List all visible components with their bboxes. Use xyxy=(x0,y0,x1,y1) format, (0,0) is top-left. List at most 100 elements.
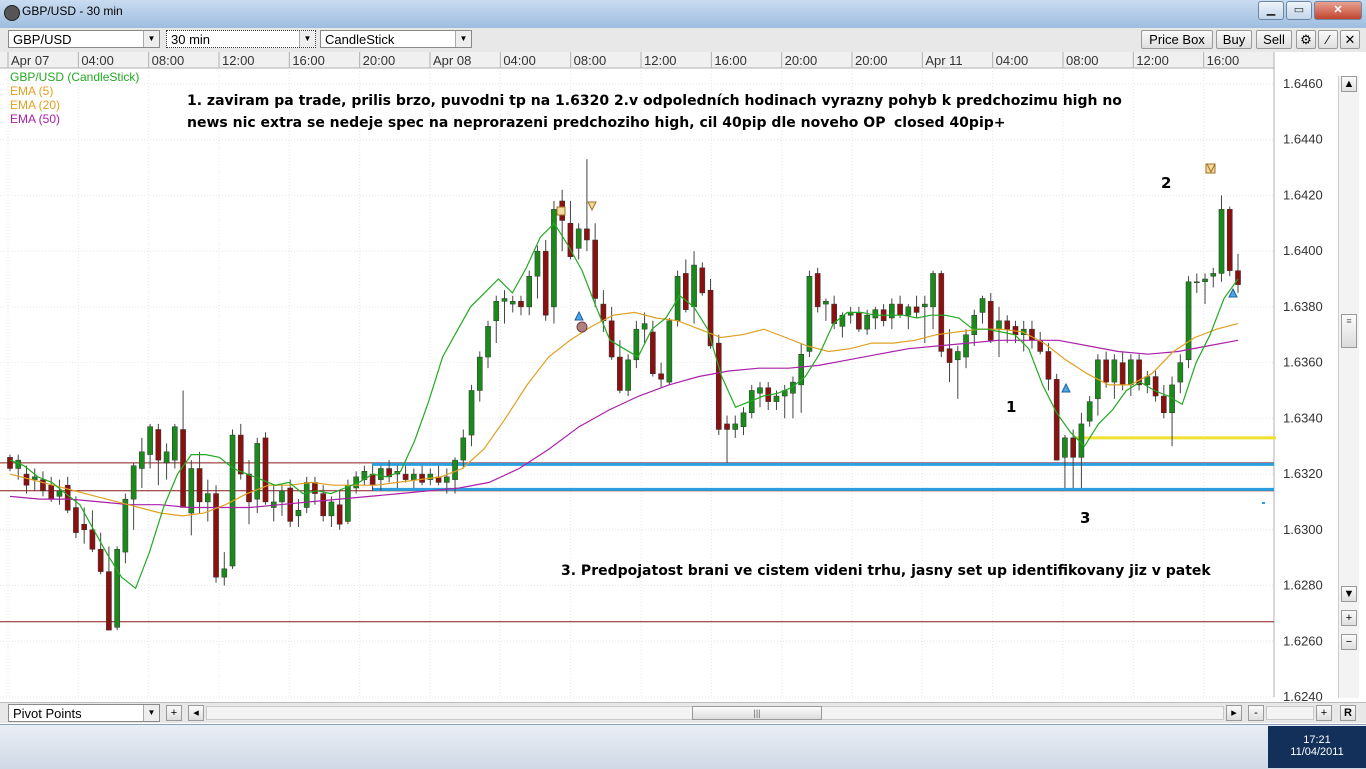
scroll-left-icon[interactable]: ◂ xyxy=(188,705,204,721)
candle-body xyxy=(73,507,79,533)
x-tick-label: 20:00 xyxy=(363,53,396,68)
price-box-button[interactable]: Price Box xyxy=(1141,30,1213,49)
zoom-in-button[interactable]: + xyxy=(1316,705,1332,721)
candle-body xyxy=(963,334,969,358)
candle-body xyxy=(31,476,38,480)
candle-body xyxy=(460,437,467,461)
indicator-select[interactable]: Pivot Points ▼ xyxy=(8,704,160,722)
candle-body xyxy=(584,228,590,241)
annotation-note-1b: news nic extra se nedeje spec na neprora… xyxy=(187,115,885,131)
candle-body xyxy=(831,303,837,324)
vertical-scroll-thumb[interactable]: ≡ xyxy=(1341,314,1357,348)
buy-button[interactable]: Buy xyxy=(1216,30,1252,49)
x-tick-label: 04:00 xyxy=(503,53,536,68)
legend-ema5-label: EMA (5) xyxy=(10,84,53,98)
candle-body xyxy=(592,239,598,299)
order-marker-square xyxy=(556,206,566,216)
add-indicator-button[interactable]: + xyxy=(166,705,182,721)
candle-body xyxy=(262,437,269,503)
candle-body xyxy=(246,473,252,503)
candle-body xyxy=(1161,395,1167,414)
settings-icon[interactable]: ⚙ xyxy=(1296,30,1316,49)
draw-line-icon[interactable]: ∕ xyxy=(1318,30,1338,49)
candle-body xyxy=(106,571,112,631)
candle-body xyxy=(1045,351,1052,380)
candle-body xyxy=(814,273,821,308)
zoom-out-icon[interactable]: − xyxy=(1341,634,1357,650)
close-icon[interactable]: ✕ xyxy=(1314,1,1362,20)
x-tick-label: 12:00 xyxy=(1136,53,1169,68)
candle-body xyxy=(922,303,928,308)
candle-body xyxy=(996,320,1002,330)
candle-body xyxy=(1218,209,1225,274)
maximize-icon[interactable]: ▭ xyxy=(1286,1,1312,20)
candle-body xyxy=(163,451,170,464)
zoom-in-icon[interactable]: + xyxy=(1341,610,1357,626)
candle-body xyxy=(666,320,673,383)
chevron-down-icon[interactable]: ▼ xyxy=(299,31,315,47)
timeframe-value: 30 min xyxy=(171,32,211,47)
sell-button[interactable]: Sell xyxy=(1256,30,1292,49)
candle-body xyxy=(1062,437,1068,458)
minimize-icon[interactable]: ▁ xyxy=(1258,1,1284,20)
y-tick-label: 1.6340 xyxy=(1283,410,1323,425)
candle-body xyxy=(122,498,129,553)
candle-body xyxy=(1053,379,1060,461)
x-tick-label: 08:00 xyxy=(152,53,185,68)
zoom-track[interactable] xyxy=(1266,706,1314,720)
marker-label-1: 1 xyxy=(1006,398,1016,416)
candle-body xyxy=(1103,359,1109,383)
instrument-select[interactable]: GBP/USD ▼ xyxy=(8,30,160,48)
candle-body xyxy=(468,390,475,436)
scroll-right-icon[interactable]: ▸ xyxy=(1226,705,1242,721)
annotation-note-1: 1. zaviram pa trade, prilis brzo, puvodn… xyxy=(187,93,1122,109)
candle-body xyxy=(534,250,541,277)
clock-date: 11/04/2011 xyxy=(1290,746,1344,758)
candle-body xyxy=(823,301,829,305)
clock-time: 17:21 xyxy=(1303,734,1331,746)
reset-button[interactable]: R xyxy=(1340,705,1356,721)
level-tick-marker xyxy=(1262,502,1265,504)
chevron-down-icon[interactable]: ▼ xyxy=(143,31,159,47)
candle-body xyxy=(864,314,870,330)
vertical-scrollbar[interactable]: ▲ ≡ ▼ + − xyxy=(1338,76,1359,698)
candle-body xyxy=(130,465,137,500)
candle-body xyxy=(196,468,203,503)
x-tick-label: 16:00 xyxy=(292,53,325,68)
candle-body xyxy=(1004,320,1011,330)
y-tick-label: 1.6280 xyxy=(1283,578,1323,593)
candlestick-chart[interactable]: Apr 07 04:00 08:00 12:00 16:00 20:00 Apr 08 04:… xyxy=(0,52,1366,704)
candle-body xyxy=(757,387,763,394)
chart-type-select[interactable]: CandleStick ▼ xyxy=(320,30,472,48)
candle-body xyxy=(526,275,533,308)
close-chart-icon[interactable]: ✕ xyxy=(1340,30,1360,49)
candle-body xyxy=(345,484,351,522)
candle-body xyxy=(1193,281,1200,284)
candle-body xyxy=(740,412,747,427)
candle-body xyxy=(600,303,607,322)
timeframe-select[interactable]: 30 min ▼ xyxy=(166,30,316,48)
chart-area[interactable]: Apr 07 04:00 08:00 12:00 16:00 20:00 Apr 08 04:… xyxy=(0,52,1366,704)
candle-body xyxy=(724,423,730,430)
horizontal-scroll-thumb[interactable]: ||| xyxy=(692,706,822,720)
candle-body xyxy=(641,323,648,330)
candle-body xyxy=(328,501,335,517)
candle-body xyxy=(897,303,903,316)
candle-body xyxy=(683,273,689,310)
x-tick-label: 12:00 xyxy=(644,53,677,68)
candle-body xyxy=(806,275,813,352)
system-clock[interactable]: 17:21 11/04/2011 xyxy=(1268,726,1366,768)
chevron-down-icon[interactable]: ▼ xyxy=(455,31,471,47)
candle-body xyxy=(518,301,524,308)
candle-body xyxy=(378,468,384,480)
scroll-up-icon[interactable]: ▲ xyxy=(1341,76,1357,92)
y-tick-label: 1.6300 xyxy=(1283,522,1323,537)
legend-ema50-label: EMA (50) xyxy=(10,112,60,126)
candle-body xyxy=(1119,362,1126,386)
candle-body xyxy=(493,301,500,322)
zoom-out-button[interactable]: - xyxy=(1248,705,1264,721)
chevron-down-icon[interactable]: ▼ xyxy=(143,705,159,721)
candle-body xyxy=(155,429,162,461)
scroll-down-icon[interactable]: ▼ xyxy=(1341,586,1357,602)
candle-body xyxy=(913,306,920,313)
